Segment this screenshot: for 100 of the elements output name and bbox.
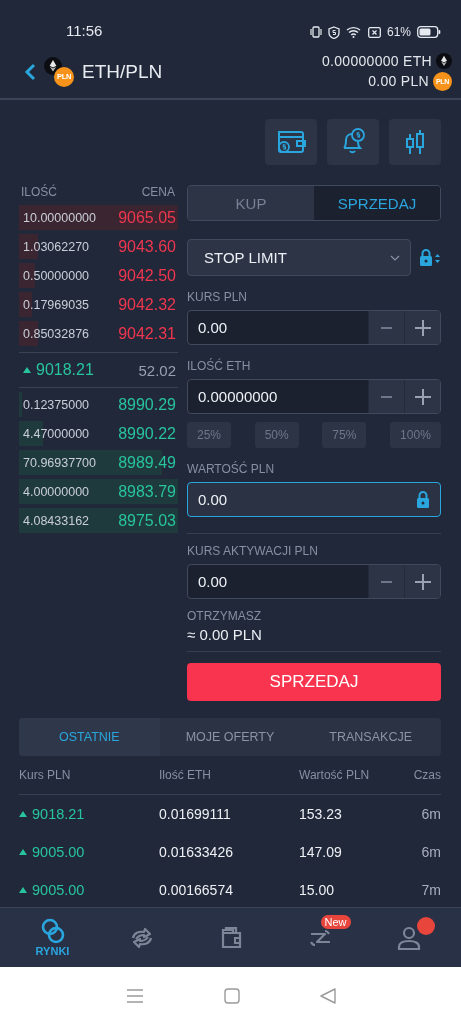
- percent-button[interactable]: 25%: [187, 422, 231, 448]
- trade-price: 9018.21: [19, 806, 159, 822]
- order-amount: 4.00000000: [23, 484, 90, 499]
- home-icon[interactable]: [223, 987, 240, 1004]
- candlestick-icon: [403, 127, 427, 157]
- order-amount: 0.50000000: [23, 268, 90, 283]
- order-amount: 4.47000000: [23, 426, 90, 441]
- field-label: WARTOŚĆ PLN: [187, 462, 276, 476]
- order-price[interactable]: 8989.49: [118, 453, 176, 472]
- number-field[interactable]: 0.00000000: [188, 380, 368, 413]
- new-badge: New: [320, 914, 351, 929]
- column-header: CENA: [141, 185, 175, 201]
- price-alert-button[interactable]: [327, 119, 379, 165]
- battery-percent: 61%: [386, 25, 411, 39]
- receive-label: OTRZYMASZ: [187, 609, 262, 623]
- column-header: Wartość PLN: [299, 768, 371, 782]
- order-price[interactable]: 8983.79: [118, 482, 176, 501]
- order-price[interactable]: 8990.22: [118, 424, 176, 443]
- minus-icon: [381, 395, 392, 398]
- percent-button[interactable]: 100%: [389, 422, 441, 448]
- pair-title: ETH/PLN: [82, 60, 163, 83]
- trade-value: 15.00: [299, 882, 336, 898]
- percent-button[interactable]: 50%: [254, 422, 299, 448]
- price-change: 52.02: [138, 361, 176, 379]
- wifi-icon: [345, 26, 362, 38]
- lock-icon: [416, 491, 430, 508]
- field-label: KURS AKTYWACJI PLN: [187, 533, 441, 558]
- chart-button[interactable]: [389, 119, 441, 165]
- side-tab[interactable]: SPRZEDAJ: [314, 186, 440, 220]
- percent-button[interactable]: 75%: [322, 422, 367, 448]
- increment-button[interactable]: [404, 380, 440, 413]
- lock-toggle-icon[interactable]: [419, 248, 441, 267]
- column-header: Ilość ETH: [159, 768, 212, 782]
- history-tab[interactable]: MOJE OFERTY: [159, 718, 301, 756]
- back-icon[interactable]: [24, 62, 36, 81]
- history-tab[interactable]: OSTATNIE: [19, 718, 160, 756]
- battery-icon: [417, 26, 441, 38]
- order-price[interactable]: 8990.29: [118, 395, 176, 414]
- chevron-down-icon: [390, 254, 400, 261]
- wallet-coin-icon: [275, 128, 307, 156]
- order-price[interactable]: 9042.50: [118, 266, 176, 285]
- linked-circles-icon: [39, 918, 66, 944]
- history-tab[interactable]: TRANSAKCJE: [300, 718, 441, 756]
- order-price[interactable]: 9065.05: [118, 208, 176, 227]
- number-stepper[interactable]: 0.00: [187, 564, 441, 599]
- order-amount: 70.96937700: [23, 455, 96, 470]
- increment-button[interactable]: [404, 565, 440, 598]
- order-amount: 4.08433162: [23, 513, 90, 528]
- vibrate-icon: [309, 26, 322, 38]
- order-price[interactable]: 8975.03: [118, 511, 176, 530]
- shield-icon: [327, 25, 340, 39]
- increment-button[interactable]: [404, 311, 440, 344]
- column-header: Kurs PLN: [19, 768, 72, 782]
- nav-tab[interactable]: New: [289, 912, 350, 963]
- field-label: KURS PLN: [187, 290, 249, 304]
- trade-price: 9005.00: [19, 844, 159, 860]
- trade-value: 147.09: [299, 844, 343, 860]
- order-type-dropdown[interactable]: STOP LIMIT: [187, 239, 411, 276]
- menu-icon[interactable]: [125, 987, 144, 1004]
- plus-icon: [414, 319, 431, 336]
- order-price[interactable]: 9042.31: [118, 324, 176, 343]
- clock: 11:56: [66, 22, 103, 39]
- trade-price: 9005.00: [19, 882, 159, 898]
- order-price[interactable]: 9042.32: [118, 295, 176, 314]
- trade-time: 6m: [420, 844, 441, 860]
- trade-value: 153.23: [299, 806, 343, 822]
- field-label: ILOŚĆ ETH: [187, 359, 252, 373]
- column-header: Czas: [412, 768, 441, 782]
- trade-amount: 0.01699111: [159, 806, 232, 822]
- number-field[interactable]: 0.00: [188, 311, 368, 344]
- nav-tab[interactable]: RYNKI: [22, 912, 83, 963]
- balance-amount: 0.00000000 ETH: [321, 52, 432, 69]
- last-price: 9018.21: [23, 361, 94, 379]
- order-amount: 10.00000000: [23, 210, 96, 225]
- column-header: ILOŚĆ: [21, 185, 57, 201]
- plus-icon: [414, 573, 431, 590]
- locked-field[interactable]: 0.00: [187, 482, 441, 517]
- order-amount: 0.17969035: [23, 297, 90, 312]
- plus-icon: [414, 388, 431, 405]
- wallet-button[interactable]: [265, 119, 317, 165]
- side-tab[interactable]: KUP: [188, 186, 314, 220]
- order-amount: 0.85032876: [23, 326, 90, 341]
- number-field[interactable]: 0.00: [188, 565, 368, 598]
- trade-time: 7m: [420, 882, 441, 898]
- sim-icon: [367, 26, 381, 38]
- number-stepper[interactable]: 0.00000000: [187, 379, 441, 414]
- back-triangle-icon[interactable]: [319, 987, 336, 1004]
- minus-icon: [381, 580, 392, 583]
- profile-icon: [395, 924, 422, 951]
- eth-coin-icon: [436, 52, 452, 69]
- value-field[interactable]: 0.00: [188, 483, 416, 516]
- number-stepper[interactable]: 0.00: [187, 310, 441, 345]
- trade-amount: 0.00166574: [159, 882, 234, 898]
- trade-amount: 0.01633426: [159, 844, 234, 860]
- receive-value: ≈ 0.00 PLN: [187, 626, 263, 643]
- trade-time: 6m: [420, 806, 441, 822]
- sell-button[interactable]: SPRZEDAJ: [187, 663, 441, 701]
- balance-amount: 0.00 PLN: [368, 73, 429, 89]
- order-price[interactable]: 9043.60: [118, 237, 176, 256]
- order-amount: 1.03062270: [23, 239, 90, 254]
